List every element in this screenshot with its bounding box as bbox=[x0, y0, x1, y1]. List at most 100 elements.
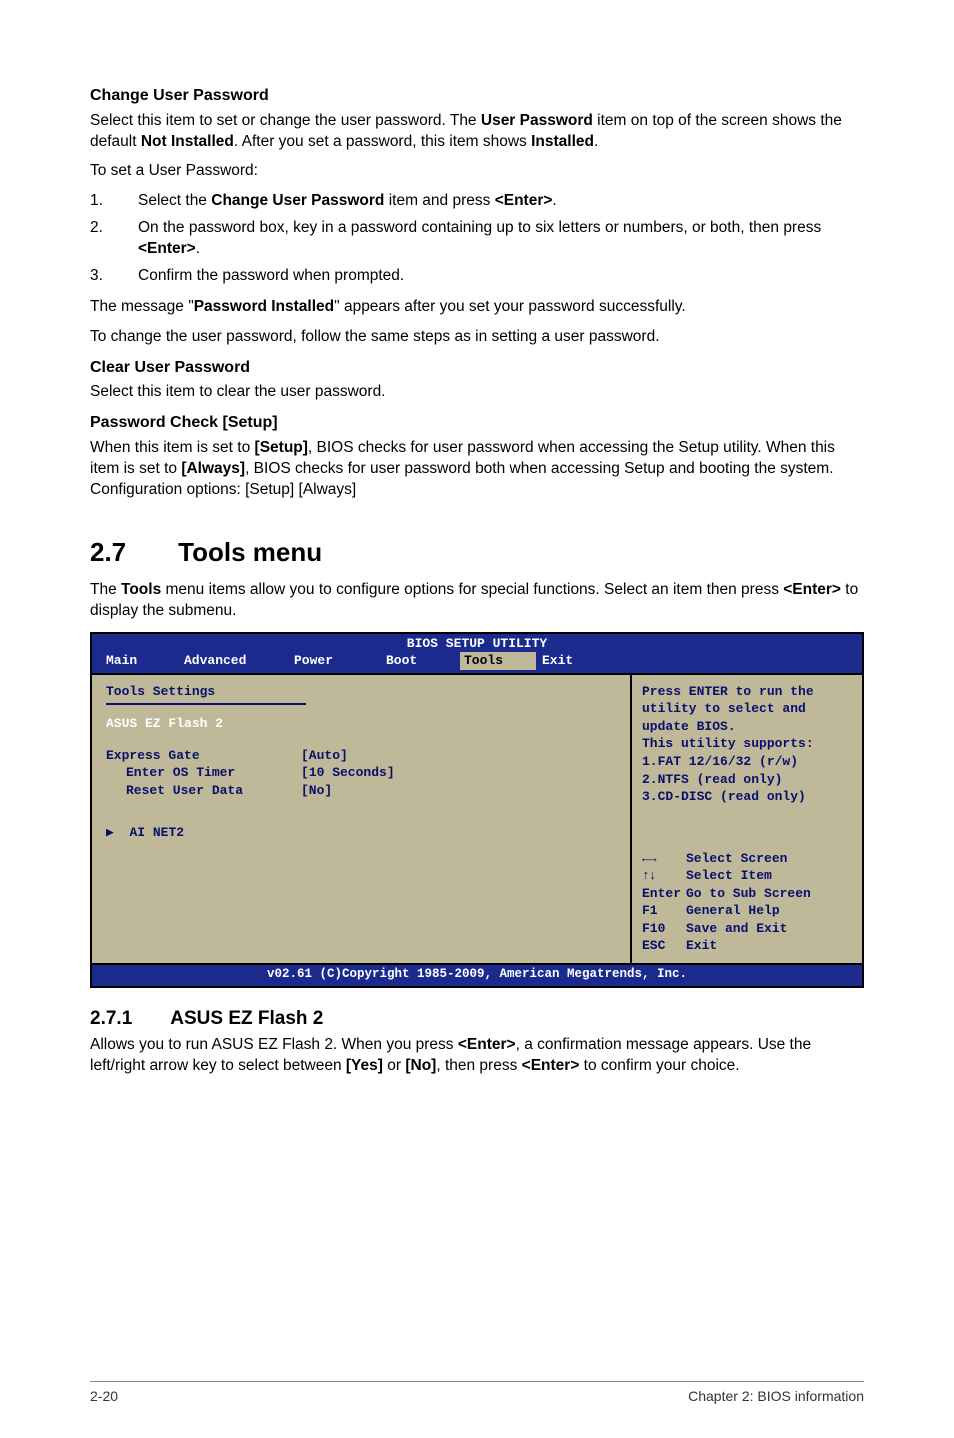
arrows-ud-icon: ↑↓ bbox=[642, 867, 686, 885]
t: . bbox=[196, 240, 200, 257]
t: User Password bbox=[481, 112, 593, 129]
tab-advanced: Advanced bbox=[178, 652, 288, 670]
page-footer: 2-20 Chapter 2: BIOS information bbox=[90, 1381, 864, 1406]
t: Save and Exit bbox=[686, 921, 787, 936]
t: 2.NTFS (read only) bbox=[642, 771, 852, 789]
num: 2. bbox=[90, 218, 138, 260]
t: [No] bbox=[405, 1057, 436, 1074]
tab-main: Main bbox=[100, 652, 178, 670]
para: When this item is set to [Setup], BIOS c… bbox=[90, 438, 864, 501]
bios-screenshot: BIOS SETUP UTILITY Main Advanced Power B… bbox=[90, 632, 864, 988]
txt: Select the Change User Password item and… bbox=[138, 191, 864, 212]
para: To change the user password, follow the … bbox=[90, 327, 864, 348]
num: 3. bbox=[90, 266, 138, 287]
tab-boot: Boot bbox=[380, 652, 460, 670]
bios-ez-flash: ASUS EZ Flash 2 bbox=[106, 715, 620, 733]
t: . bbox=[552, 192, 556, 209]
t: <Enter> bbox=[522, 1057, 580, 1074]
key: F1 bbox=[642, 902, 686, 920]
para: To set a User Password: bbox=[90, 161, 864, 182]
t: The bbox=[90, 581, 121, 598]
t: Not Installed bbox=[141, 133, 234, 150]
t: Allows you to run ASUS EZ Flash 2. When … bbox=[90, 1036, 458, 1053]
bios-help-text: Press ENTER to run the utility to select… bbox=[642, 683, 852, 806]
bios-express-gate-row: Express Gate [Auto] bbox=[106, 747, 620, 765]
arrows-lr-icon: ←→ bbox=[642, 850, 686, 868]
heading-change-user-password: Change User Password bbox=[90, 85, 864, 107]
bios-reset-user-row: Reset User Data [No] bbox=[106, 782, 620, 800]
t: Installed bbox=[531, 133, 594, 150]
chapter-label: Chapter 2: BIOS information bbox=[688, 1387, 864, 1406]
t: Change User Password bbox=[211, 192, 384, 209]
triangle-icon: ▶ bbox=[106, 825, 114, 840]
para: Select this item to set or change the us… bbox=[90, 111, 864, 153]
bios-right-panel: Press ENTER to run the utility to select… bbox=[632, 675, 862, 963]
t: or bbox=[383, 1057, 405, 1074]
bios-key-legend: ←→Select Screen ↑↓Select Item EnterGo to… bbox=[642, 850, 852, 955]
bios-ai-net2: ▶ AI NET2 bbox=[106, 824, 620, 842]
page-number: 2-20 bbox=[90, 1387, 118, 1406]
bios-title: BIOS SETUP UTILITY bbox=[92, 634, 862, 653]
bios-tools-settings: Tools Settings bbox=[106, 683, 620, 701]
t: Select Screen bbox=[686, 851, 787, 866]
bios-body: Tools Settings ASUS EZ Flash 2 Express G… bbox=[92, 673, 862, 965]
key: Enter bbox=[642, 885, 686, 903]
step-1: 1. Select the Change User Password item … bbox=[90, 191, 864, 212]
t: On the password box, key in a password c… bbox=[138, 219, 821, 236]
t: . After you set a password, this item sh… bbox=[234, 133, 531, 150]
t: The message " bbox=[90, 298, 194, 315]
t: <Enter> bbox=[495, 192, 553, 209]
t: When this item is set to bbox=[90, 439, 255, 456]
t: Press ENTER to run the utility to select… bbox=[642, 683, 852, 736]
tab-tools: Tools bbox=[460, 652, 536, 670]
t: Go to Sub Screen bbox=[686, 886, 811, 901]
t: 1.FAT 12/16/32 (r/w) bbox=[642, 753, 852, 771]
bios-left-panel: Tools Settings ASUS EZ Flash 2 Express G… bbox=[92, 675, 632, 963]
value: [No] bbox=[301, 782, 332, 800]
t: Select Item bbox=[686, 868, 772, 883]
t: , then press bbox=[436, 1057, 521, 1074]
t: Exit bbox=[686, 938, 717, 953]
bios-enter-os-row: Enter OS Timer [10 Seconds] bbox=[106, 764, 620, 782]
t: <Enter> bbox=[783, 581, 841, 598]
para: The Tools menu items allow you to config… bbox=[90, 580, 864, 622]
bios-hr bbox=[106, 703, 306, 705]
t: Select the bbox=[138, 192, 211, 209]
t: [Always] bbox=[181, 460, 245, 477]
steps-list: 1. Select the Change User Password item … bbox=[90, 191, 864, 287]
para: The message "Password Installed" appears… bbox=[90, 297, 864, 318]
t: <Enter> bbox=[138, 240, 196, 257]
t: menu items allow you to configure option… bbox=[161, 581, 783, 598]
t: 3.CD-DISC (read only) bbox=[642, 788, 852, 806]
t: . bbox=[594, 133, 598, 150]
heading-tools-menu: 2.7 Tools menu bbox=[90, 535, 864, 570]
label: AI NET2 bbox=[129, 825, 184, 840]
heading-password-check: Password Check [Setup] bbox=[90, 412, 864, 434]
tab-power: Power bbox=[288, 652, 380, 670]
para: Select this item to clear the user passw… bbox=[90, 382, 864, 403]
t: General Help bbox=[686, 903, 780, 918]
t: This utility supports: bbox=[642, 735, 852, 753]
txt: On the password box, key in a password c… bbox=[138, 218, 864, 260]
key: ESC bbox=[642, 937, 686, 955]
t: " appears after you set your password su… bbox=[334, 298, 686, 315]
step-2: 2. On the password box, key in a passwor… bbox=[90, 218, 864, 260]
t: Tools bbox=[121, 581, 161, 598]
t: <Enter> bbox=[458, 1036, 516, 1053]
bios-footer: v02.61 (C)Copyright 1985-2009, American … bbox=[92, 965, 862, 986]
txt: Confirm the password when prompted. bbox=[138, 266, 864, 287]
t: to confirm your choice. bbox=[579, 1057, 739, 1074]
t: item and press bbox=[384, 192, 494, 209]
t: Password Installed bbox=[194, 298, 334, 315]
label: Express Gate bbox=[106, 747, 301, 765]
value: [Auto] bbox=[301, 747, 348, 765]
t: Select this item to set or change the us… bbox=[90, 112, 481, 129]
label: Reset User Data bbox=[106, 782, 301, 800]
para: Allows you to run ASUS EZ Flash 2. When … bbox=[90, 1035, 864, 1077]
heading-ez-flash-2: 2.7.1 ASUS EZ Flash 2 bbox=[90, 1006, 864, 1032]
bios-tabs: Main Advanced Power Boot Tools Exit bbox=[92, 652, 862, 673]
value: [10 Seconds] bbox=[301, 764, 395, 782]
step-3: 3. Confirm the password when prompted. bbox=[90, 266, 864, 287]
heading-clear-user-password: Clear User Password bbox=[90, 357, 864, 379]
key: F10 bbox=[642, 920, 686, 938]
